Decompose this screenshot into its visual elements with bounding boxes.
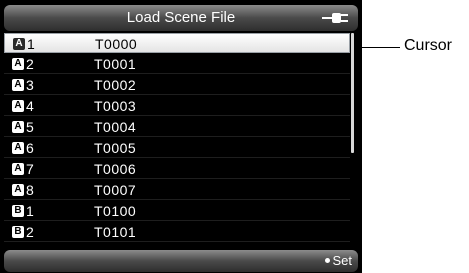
group-badge: A (12, 142, 24, 154)
list-item[interactable]: A 1 T0000 (4, 33, 350, 53)
list-item[interactable]: A 3 T0002 (4, 75, 350, 95)
file-number: 5 (26, 119, 34, 135)
file-number: 4 (26, 98, 34, 114)
list-item[interactable]: A 6 T0005 (4, 138, 350, 158)
list-item[interactable]: B 1 T0100 (4, 201, 350, 221)
file-name: T0004 (94, 119, 137, 135)
file-name: T0005 (94, 140, 137, 156)
file-number: 2 (26, 224, 34, 240)
file-name: T0006 (94, 161, 137, 177)
group-badge: B (12, 205, 24, 217)
group-badge: A (12, 121, 24, 133)
set-button[interactable]: Set (325, 250, 352, 272)
list-item[interactable]: B 2 T0101 (4, 222, 350, 242)
page-title: Load Scene File (126, 9, 236, 26)
file-name: T0007 (94, 182, 137, 198)
file-name: T0100 (94, 203, 137, 219)
file-name: T0003 (94, 98, 137, 114)
file-number: 1 (27, 36, 35, 52)
group-badge: A (12, 163, 24, 175)
group-badge: B (12, 226, 24, 238)
group-badge: A (13, 38, 25, 50)
footer-bar: Set (4, 250, 358, 272)
file-name: T0101 (94, 224, 137, 240)
dot-icon (325, 258, 331, 264)
list-item[interactable]: A 2 T0001 (4, 54, 350, 74)
file-number: 3 (26, 77, 34, 93)
list-item[interactable]: A 4 T0003 (4, 96, 350, 116)
group-badge: A (12, 79, 24, 91)
plug-icon (322, 13, 348, 23)
set-label: Set (332, 253, 352, 268)
lcd-screen: Load Scene File A 1 T0000 A 2 T0001 A 3 … (0, 0, 362, 273)
list-item[interactable]: A 8 T0007 (4, 180, 350, 200)
list-item[interactable]: A 5 T0004 (4, 117, 350, 137)
cursor-callout-label: Cursor (404, 37, 453, 54)
list-item[interactable]: A 7 T0006 (4, 159, 350, 179)
cursor-callout-line (362, 47, 400, 48)
file-number: 6 (26, 140, 34, 156)
file-number: 1 (26, 203, 34, 219)
group-badge: A (12, 58, 24, 70)
scroll-thumb[interactable] (351, 33, 354, 153)
file-number: 2 (26, 56, 34, 72)
file-number: 8 (26, 182, 34, 198)
scrollbar[interactable] (350, 33, 356, 245)
group-badge: A (12, 184, 24, 196)
file-number: 7 (26, 161, 34, 177)
file-name: T0002 (94, 77, 137, 93)
file-name: T0000 (95, 36, 138, 52)
group-badge: A (12, 100, 24, 112)
scene-file-list: A 1 T0000 A 2 T0001 A 3 T0002 A 4 T0003 … (4, 33, 350, 247)
title-bar: Load Scene File (4, 5, 358, 31)
file-name: T0001 (94, 56, 137, 72)
